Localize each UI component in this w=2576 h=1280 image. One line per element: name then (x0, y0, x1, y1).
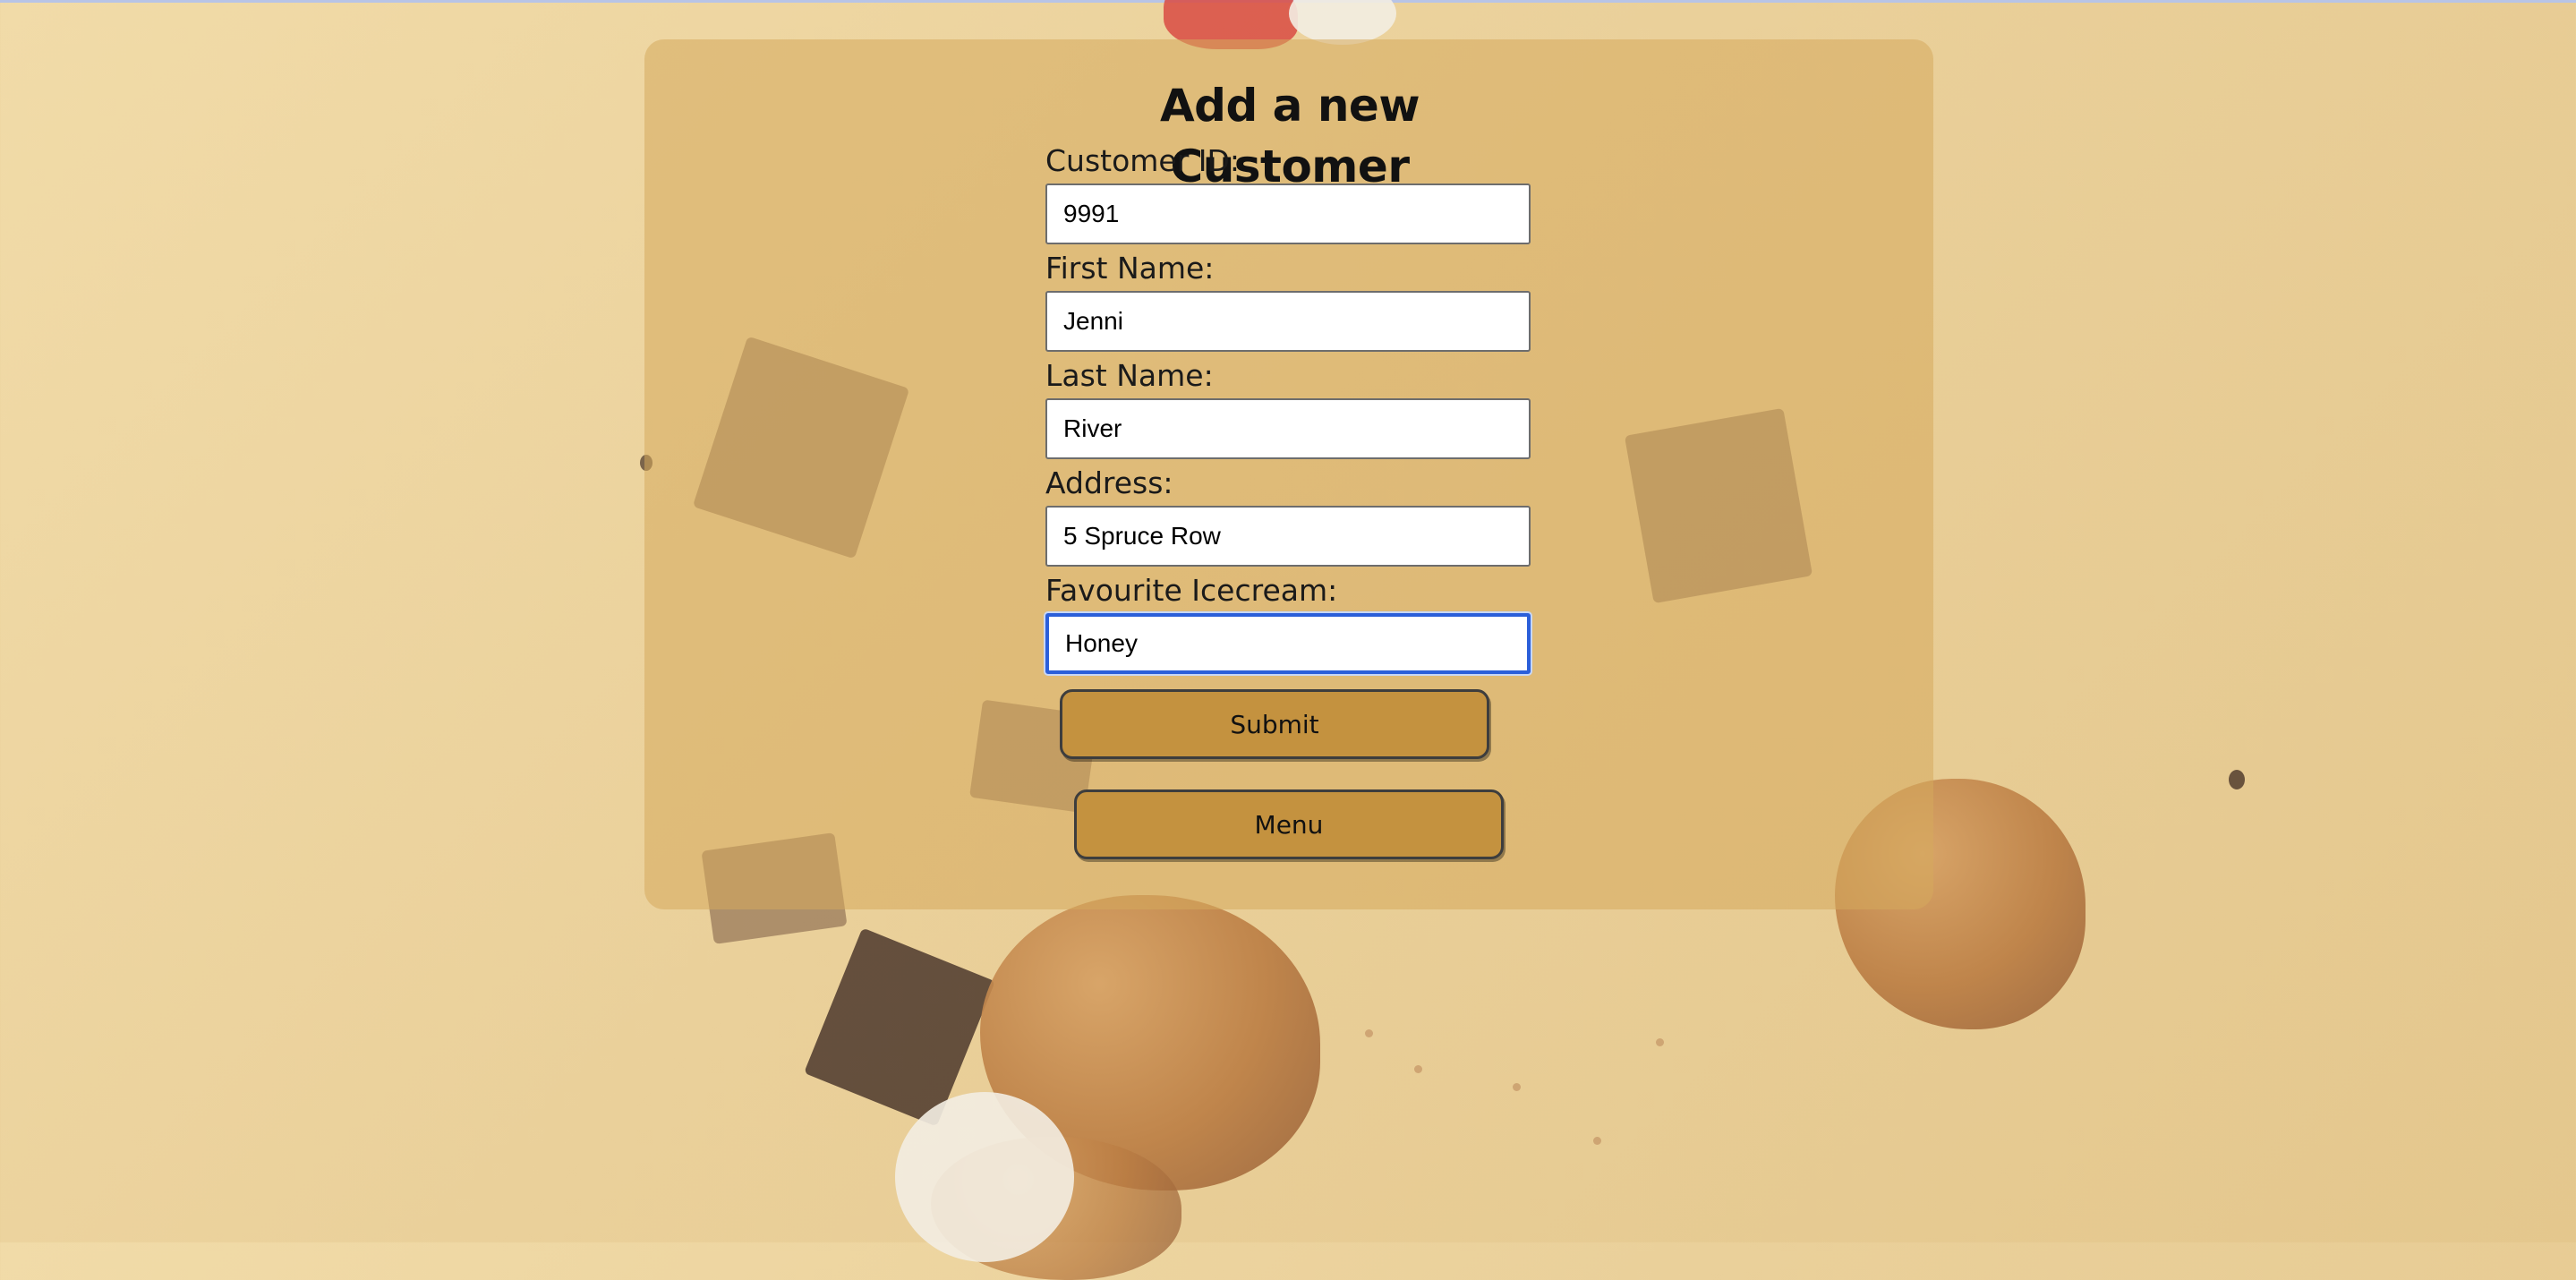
customer-id-input[interactable] (1045, 183, 1531, 244)
customer-id-label: Customer ID: (1045, 143, 1241, 178)
address-input[interactable] (1045, 506, 1531, 567)
crumb-decor (2229, 770, 2245, 789)
menu-button[interactable]: Menu (1074, 789, 1504, 859)
crumb-decor (1656, 1038, 1664, 1046)
ice-cream-scoop-decor (895, 1092, 1074, 1262)
crumb-decor (1365, 1029, 1373, 1037)
first-name-label: First Name: (1045, 251, 1215, 286)
first-name-input[interactable] (1045, 291, 1531, 352)
favourite-icecream-input[interactable] (1045, 613, 1531, 674)
favourite-icecream-label: Favourite Icecream: (1045, 573, 1338, 608)
address-label: Address: (1045, 465, 1173, 500)
last-name-label: Last Name: (1045, 358, 1214, 393)
crumb-decor (1513, 1083, 1521, 1091)
cream-decor (1289, 0, 1396, 45)
last-name-input[interactable] (1045, 398, 1531, 459)
crumb-decor (1593, 1137, 1601, 1145)
submit-button[interactable]: Submit (1060, 689, 1489, 759)
crumb-decor (1414, 1065, 1422, 1073)
